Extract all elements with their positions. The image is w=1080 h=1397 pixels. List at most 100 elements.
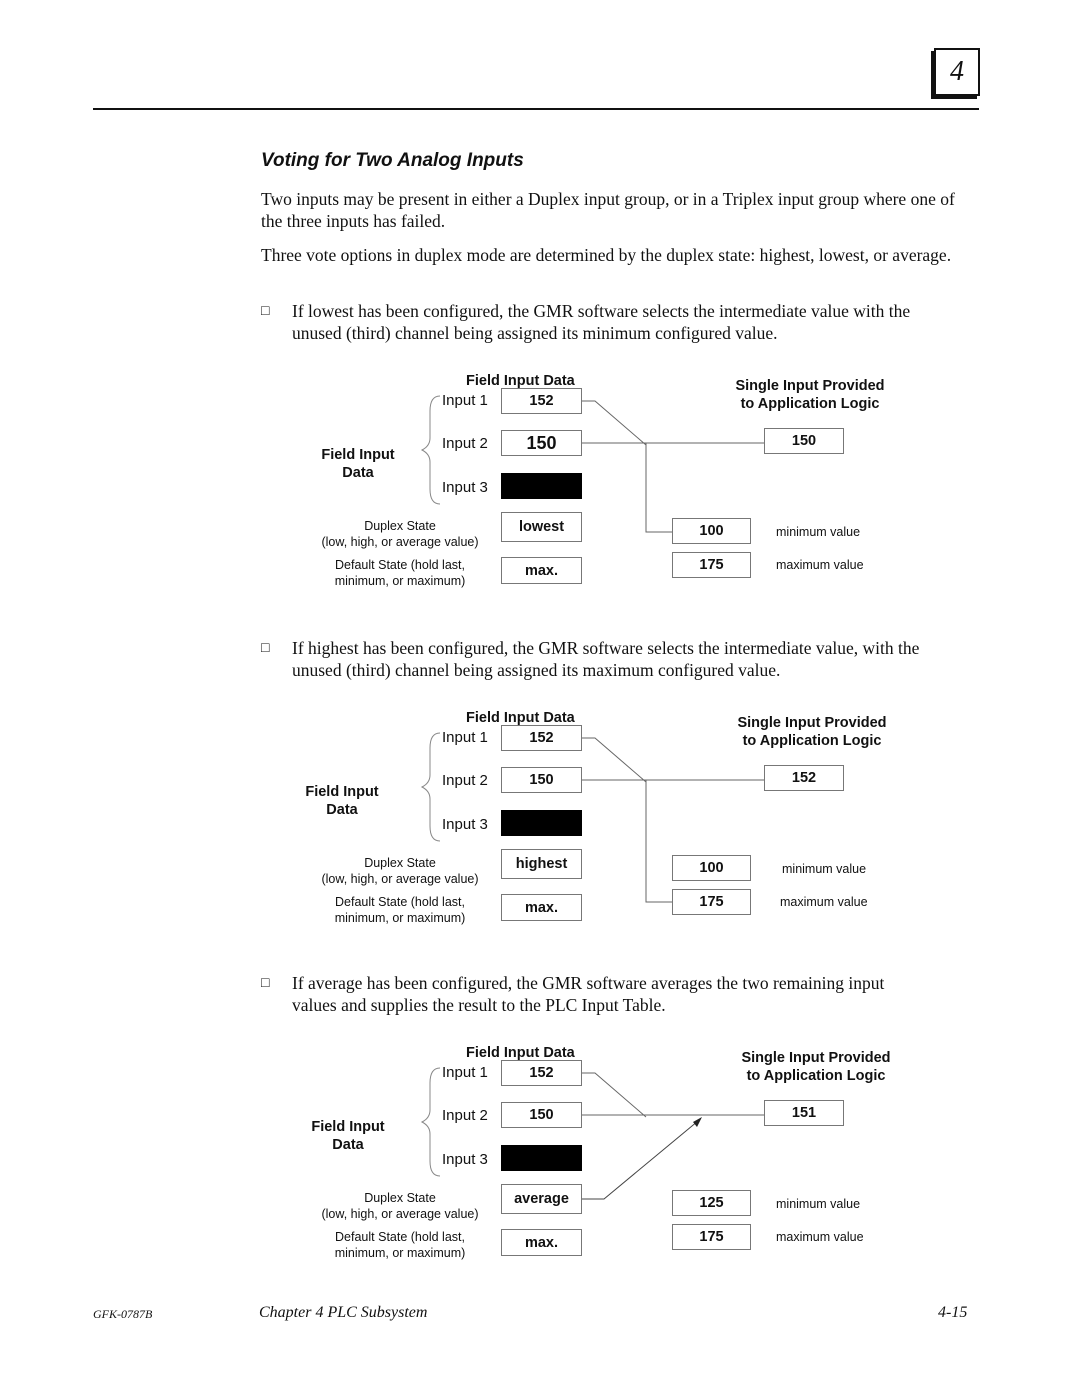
default-state-label: Default State (hold last, minimum, or ma… xyxy=(334,895,466,925)
output-value: 150 xyxy=(791,433,817,449)
footer-doc-id: GFK-0787B xyxy=(93,1307,153,1321)
input1-value: 152 xyxy=(529,730,554,746)
duplex-state-label: Duplex State (low, high, or average valu… xyxy=(321,856,479,886)
field-input-data-side-label: Field Input Data xyxy=(311,1119,385,1153)
input3-failed-box xyxy=(501,473,582,499)
input3-failed-box xyxy=(501,810,582,836)
min-value: 100 xyxy=(699,523,724,539)
limit-connector xyxy=(645,780,672,903)
duplex-state-box: lowest xyxy=(501,512,582,542)
input3-label: Input 3 xyxy=(442,1151,488,1168)
limit-connector xyxy=(645,443,672,533)
footer-page-number: 4-15 xyxy=(938,1304,968,1321)
default-state-value: max. xyxy=(524,562,559,579)
input3-label: Input 3 xyxy=(442,816,488,833)
input2-value: 150 xyxy=(529,1107,554,1123)
bullet-text: If average has been configured, the GMR … xyxy=(292,973,885,1015)
output-value-box: 152 xyxy=(764,765,844,791)
max-value-label: maximum value xyxy=(776,1230,864,1244)
input3-label: Input 3 xyxy=(442,479,488,496)
output-value: 152 xyxy=(791,770,817,786)
output-value-box: 151 xyxy=(764,1100,844,1126)
chapter-tab: 4 xyxy=(934,48,980,96)
voting-diagram-1: Field Input Data Single Input Provided t… xyxy=(0,366,1080,616)
input1-value-box: 152 xyxy=(501,388,582,414)
max-value-box: 175 xyxy=(672,889,751,915)
default-state-value: max. xyxy=(524,899,559,916)
input2-label: Input 2 xyxy=(442,435,488,452)
input2-value-box: 150 xyxy=(501,430,582,456)
min-value-label: minimum value xyxy=(776,525,861,539)
input1-label: Input 1 xyxy=(442,729,488,746)
default-state-label: Default State (hold last, minimum, or ma… xyxy=(334,558,466,588)
header-rule xyxy=(93,108,979,110)
max-value-label: maximum value xyxy=(776,558,864,572)
min-value-label: minimum value xyxy=(782,862,867,876)
input1-connector xyxy=(582,400,647,446)
input1-value: 152 xyxy=(529,393,554,409)
bullet-symbol: □ xyxy=(261,641,270,656)
paragraph: Three vote options in duplex mode are de… xyxy=(261,245,952,265)
input1-label: Input 1 xyxy=(442,392,488,409)
min-value: 100 xyxy=(699,860,724,876)
bullet-symbol: □ xyxy=(261,976,270,991)
input1-connector xyxy=(582,1072,647,1118)
duplex-state-value: average xyxy=(514,1191,569,1207)
voting-diagram-3: Field Input Data Single Input Provided t… xyxy=(0,1038,1080,1288)
input-brace xyxy=(420,1067,441,1177)
max-value-label: maximum value xyxy=(780,895,868,909)
input2-value-box: 150 xyxy=(501,1102,582,1128)
input1-label: Input 1 xyxy=(442,1064,488,1081)
input2-value: 150 xyxy=(526,432,557,453)
field-input-data-side-label: Field Input Data xyxy=(305,784,379,818)
duplex-state-label: Duplex State (low, high, or average valu… xyxy=(321,519,479,549)
duplex-state-label: Duplex State (low, high, or average valu… xyxy=(321,1191,479,1221)
average-arrow-icon xyxy=(693,1117,702,1127)
min-value-box: 125 xyxy=(672,1190,751,1216)
max-value-box: 175 xyxy=(672,1224,751,1250)
section-title: Voting for Two Analog Inputs xyxy=(261,150,524,171)
max-value-box: 175 xyxy=(672,552,751,578)
output-header: Single Input Provided to Application Log… xyxy=(741,1050,891,1084)
bullet-symbol: □ xyxy=(261,304,270,319)
output-header: Single Input Provided to Application Log… xyxy=(737,715,887,749)
output-header: Single Input Provided to Application Log… xyxy=(735,378,885,412)
min-value-label: minimum value xyxy=(776,1197,861,1211)
input2-label: Input 2 xyxy=(442,1107,488,1124)
min-value-box: 100 xyxy=(672,518,751,544)
input2-label: Input 2 xyxy=(442,772,488,789)
min-value: 125 xyxy=(699,1195,724,1211)
paragraph: Two inputs may be present in either a Du… xyxy=(261,189,955,231)
input2-value: 150 xyxy=(529,772,554,788)
input1-value: 152 xyxy=(529,1065,554,1081)
input-brace xyxy=(420,732,441,842)
bullet-text: If highest has been configured, the GMR … xyxy=(292,638,920,680)
default-state-box: max. xyxy=(501,1229,582,1256)
input1-value-box: 152 xyxy=(501,1060,582,1086)
footer-chapter: Chapter 4 PLC Subsystem xyxy=(259,1304,428,1321)
output-value: 151 xyxy=(791,1105,817,1121)
duplex-state-value: highest xyxy=(515,856,568,872)
output-value-box: 150 xyxy=(764,428,844,454)
input3-failed-box xyxy=(501,1145,582,1171)
voting-diagram-2: Field Input Data Single Input Provided t… xyxy=(0,703,1080,953)
max-value: 175 xyxy=(699,557,724,573)
duplex-state-box: highest xyxy=(501,849,582,879)
default-state-value: max. xyxy=(524,1234,559,1251)
input1-connector xyxy=(582,737,647,783)
bullet-text: If lowest has been configured, the GMR s… xyxy=(292,301,911,343)
input-brace xyxy=(420,395,441,505)
input1-value-box: 152 xyxy=(501,725,582,751)
input2-value-box: 150 xyxy=(501,767,582,793)
duplex-state-value: lowest xyxy=(518,519,565,535)
field-input-data-side-label: Field Input Data xyxy=(321,447,395,481)
chapter-number: 4 xyxy=(950,56,964,87)
max-value: 175 xyxy=(699,1229,724,1245)
default-state-box: max. xyxy=(501,557,582,584)
average-connector xyxy=(582,1120,699,1200)
min-value-box: 100 xyxy=(672,855,751,881)
default-state-box: max. xyxy=(501,894,582,921)
default-state-label: Default State (hold last, minimum, or ma… xyxy=(334,1230,466,1260)
max-value: 175 xyxy=(699,894,724,910)
duplex-state-box: average xyxy=(501,1184,582,1214)
